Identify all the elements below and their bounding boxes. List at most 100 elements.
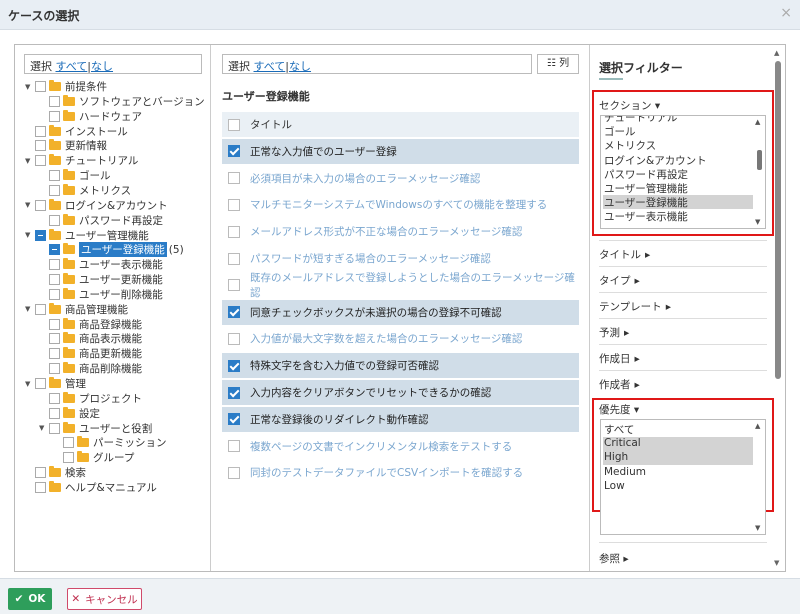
- columns-button[interactable]: ☷ 列: [537, 54, 579, 74]
- expand-toggle-icon[interactable]: ▼: [25, 83, 33, 91]
- section-option[interactable]: チュートリアル: [603, 116, 753, 124]
- tree-node[interactable]: ゴール: [39, 168, 111, 183]
- case-row[interactable]: 必須項目が未入力の場合のエラーメッセージ確認: [222, 165, 579, 192]
- case-checkbox[interactable]: [228, 198, 240, 211]
- reference-filter-label[interactable]: 参照 ▸: [599, 551, 629, 566]
- scroll-down-icon[interactable]: ▼: [774, 559, 779, 567]
- case-row[interactable]: 既存のメールアドレスで登録しようとした場合のエラーメッセージ確認: [222, 272, 579, 299]
- scroll-down-icon[interactable]: ▼: [755, 524, 760, 532]
- tree-node[interactable]: ▼ ログイン&アカウント: [25, 198, 168, 213]
- case-checkbox[interactable]: [228, 306, 240, 319]
- case-checkbox[interactable]: [228, 252, 240, 265]
- case-checkbox[interactable]: [228, 279, 240, 292]
- select-none-link[interactable]: なし: [91, 60, 113, 73]
- tree-node[interactable]: 検索: [25, 465, 86, 480]
- tree-checkbox[interactable]: [49, 363, 60, 375]
- tree-checkbox[interactable]: [63, 437, 74, 449]
- tree-node[interactable]: ハードウェア: [39, 109, 142, 124]
- tree-node[interactable]: パスワード再設定: [39, 213, 163, 228]
- tree-node[interactable]: ユーザー削除機能: [39, 287, 163, 302]
- select-all-link[interactable]: すべて: [254, 60, 286, 73]
- tree-checkbox[interactable]: [35, 155, 46, 167]
- case-checkbox[interactable]: [228, 413, 240, 426]
- tree-checkbox[interactable]: [49, 274, 60, 286]
- select-none-link[interactable]: なし: [289, 60, 311, 73]
- filter-field[interactable]: 作成日 ▸: [599, 351, 640, 366]
- case-row[interactable]: マルチモニターシステムでWindowsのすべての機能を整理する: [222, 192, 579, 219]
- tree-node[interactable]: 商品削除機能: [39, 361, 142, 376]
- tree-node[interactable]: ソフトウェアとバージョン: [39, 94, 205, 109]
- filter-scrollbar[interactable]: ▲ ▼: [771, 45, 783, 571]
- tree-node[interactable]: ▼ チュートリアル: [25, 153, 138, 168]
- priority-option[interactable]: High: [603, 451, 753, 465]
- tree-checkbox[interactable]: [35, 199, 46, 211]
- tree-node[interactable]: ▼ ユーザー管理機能: [25, 228, 149, 243]
- tree-checkbox[interactable]: [35, 125, 46, 137]
- priority-option[interactable]: すべて: [603, 422, 753, 436]
- tree-node[interactable]: ▼ ユーザーと役割: [39, 421, 152, 436]
- case-checkbox[interactable]: [228, 466, 240, 479]
- expand-toggle-icon[interactable]: ▼: [25, 201, 33, 209]
- tree-checkbox[interactable]: [49, 333, 60, 345]
- tree-checkbox[interactable]: [35, 229, 46, 241]
- close-icon[interactable]: ×: [780, 5, 792, 21]
- tree-node[interactable]: 更新情報: [25, 138, 107, 153]
- filter-field[interactable]: テンプレート ▸: [599, 299, 671, 314]
- expand-toggle-icon[interactable]: ▼: [25, 157, 33, 165]
- case-header-row[interactable]: タイトル: [222, 112, 579, 138]
- tree-checkbox[interactable]: [49, 407, 60, 419]
- section-option[interactable]: ユーザー表示機能: [603, 209, 753, 223]
- tree-checkbox[interactable]: [35, 481, 46, 493]
- scroll-thumb[interactable]: [775, 61, 781, 379]
- case-row[interactable]: 入力値が最大文字数を超えた場合のエラーメッセージ確認: [222, 326, 579, 353]
- tree-checkbox[interactable]: [35, 140, 46, 152]
- scroll-up-icon[interactable]: ▲: [755, 118, 760, 126]
- tree-node[interactable]: グループ: [53, 450, 134, 465]
- expand-toggle-icon[interactable]: ▼: [25, 231, 33, 239]
- tree-checkbox[interactable]: [35, 467, 46, 479]
- tree-node[interactable]: 商品登録機能: [39, 317, 142, 332]
- tree-checkbox[interactable]: [49, 422, 60, 434]
- case-checkbox[interactable]: [228, 172, 240, 185]
- select-all-link[interactable]: すべて: [56, 60, 88, 73]
- tree-node[interactable]: ユーザー登録機能 (5): [39, 242, 184, 258]
- tree-node[interactable]: パーミッション: [53, 435, 167, 450]
- tree-checkbox[interactable]: [63, 452, 74, 464]
- filter-field[interactable]: タイプ ▸: [599, 273, 640, 288]
- filter-field[interactable]: 作成者 ▸: [599, 377, 640, 392]
- scroll-thumb[interactable]: [757, 150, 762, 170]
- filter-field[interactable]: タイトル ▸: [599, 247, 650, 262]
- section-list-scrollbar[interactable]: ▲ ▼: [754, 116, 764, 228]
- tree-checkbox[interactable]: [49, 259, 60, 271]
- section-option[interactable]: ゴール: [603, 124, 753, 138]
- tree-node[interactable]: ユーザー表示機能: [39, 257, 163, 272]
- scroll-down-icon[interactable]: ▼: [755, 218, 760, 226]
- case-row[interactable]: 複数ページの文書でインクリメンタル検索をテストする: [222, 433, 579, 460]
- case-checkbox[interactable]: [228, 225, 240, 238]
- case-checkbox[interactable]: [228, 118, 240, 131]
- priority-option[interactable]: Low: [603, 480, 753, 494]
- tree-checkbox[interactable]: [49, 244, 60, 256]
- tree-checkbox[interactable]: [49, 95, 60, 107]
- case-row[interactable]: メールアドレス形式が不正な場合のエラーメッセージ確認: [222, 219, 579, 246]
- tree-node[interactable]: ▼ 管理: [25, 376, 86, 391]
- section-option[interactable]: ユーザー登録機能: [603, 195, 753, 210]
- filter-field[interactable]: 予測 ▸: [599, 325, 629, 340]
- tree-checkbox[interactable]: [35, 378, 46, 389]
- scroll-up-icon[interactable]: ▲: [774, 49, 779, 57]
- priority-option[interactable]: Critical: [603, 436, 753, 451]
- ok-button[interactable]: ✔ OK: [8, 588, 52, 610]
- section-filter-label[interactable]: セクション ▾: [599, 98, 660, 113]
- case-checkbox[interactable]: [228, 332, 240, 345]
- tree-checkbox[interactable]: [35, 81, 46, 92]
- section-option[interactable]: メトリクス: [603, 138, 753, 152]
- case-row[interactable]: 入力内容をクリアボタンでリセットできるかの確認: [222, 380, 579, 406]
- tree-checkbox[interactable]: [35, 303, 46, 315]
- tree-node[interactable]: ▼ 商品管理機能: [25, 302, 128, 317]
- section-option[interactable]: パスワード再設定: [603, 167, 753, 181]
- section-option[interactable]: ユーザー管理機能: [603, 181, 753, 195]
- case-row[interactable]: 特殊文字を含む入力値での登録可否確認: [222, 353, 579, 380]
- tree-node[interactable]: ヘルプ&マニュアル: [25, 480, 157, 495]
- tree-node[interactable]: メトリクス: [39, 183, 131, 198]
- case-row[interactable]: 同意チェックボックスが未選択の場合の登録不可確認: [222, 299, 579, 326]
